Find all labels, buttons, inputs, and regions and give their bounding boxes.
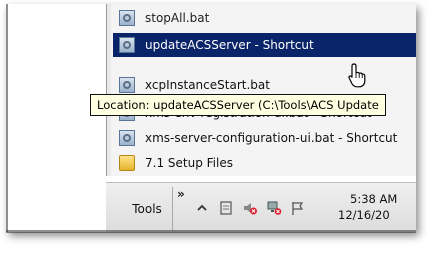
tooltip-text: Location: updateACSServer (C:\Tools\ACS …: [97, 98, 379, 112]
action-center-flag-icon[interactable]: [218, 200, 234, 216]
menu-item-setup-files-folder[interactable]: 7.1 Setup Files: [113, 151, 416, 175]
hand-pointer-cursor-icon: [346, 62, 372, 88]
flag-icon[interactable]: [290, 200, 306, 216]
frame-edge-left: [6, 4, 8, 232]
batch-file-icon: [119, 130, 135, 146]
menu-item-stopall[interactable]: stopAll.bat: [113, 6, 416, 30]
menu-gutter: [107, 4, 111, 176]
menu-item-xms-server-configuration[interactable]: xms-server-configuration-ui.bat - Shortc…: [113, 126, 416, 150]
location-tooltip: Location: updateACSServer (C:\Tools\ACS …: [90, 94, 386, 116]
folder-icon: [119, 155, 135, 171]
screenshot-frame: stopAll.bat updateACSServer - Shortcut x…: [6, 4, 416, 232]
batch-file-icon: [119, 37, 135, 53]
batch-file-icon: [119, 77, 135, 93]
notification-tray: [194, 197, 306, 219]
jump-list-menu: stopAll.bat updateACSServer - Shortcut x…: [106, 4, 416, 176]
menu-item-label: updateACSServer - Shortcut: [145, 38, 314, 52]
menu-item-label: 7.1 Setup Files: [145, 156, 233, 170]
menu-item-label: xms-server-configuration-ui.bat - Shortc…: [145, 131, 398, 145]
network-disconnected-icon[interactable]: [266, 200, 282, 216]
tools-toolbar-button[interactable]: Tools: [122, 187, 173, 231]
clock-time: 5:38 AM: [350, 192, 398, 206]
frame-edge-bottom: [6, 230, 416, 233]
menu-item-label: stopAll.bat: [145, 11, 210, 25]
tools-label: Tools: [132, 202, 162, 216]
clock-date: 12/16/20: [338, 208, 390, 222]
taskbar: Tools » 5:38 AM 12/16/20: [106, 182, 416, 232]
toolbar-overflow-chevron-icon[interactable]: »: [177, 187, 185, 201]
menu-item-label: xcpInstanceStart.bat: [145, 78, 270, 92]
system-clock[interactable]: 5:38 AM 12/16/20: [338, 191, 416, 223]
show-hidden-icons-icon[interactable]: [194, 200, 210, 216]
menu-item-update-acs-server[interactable]: updateACSServer - Shortcut: [113, 33, 416, 57]
volume-muted-icon[interactable]: [242, 200, 258, 216]
batch-file-icon: [119, 10, 135, 26]
